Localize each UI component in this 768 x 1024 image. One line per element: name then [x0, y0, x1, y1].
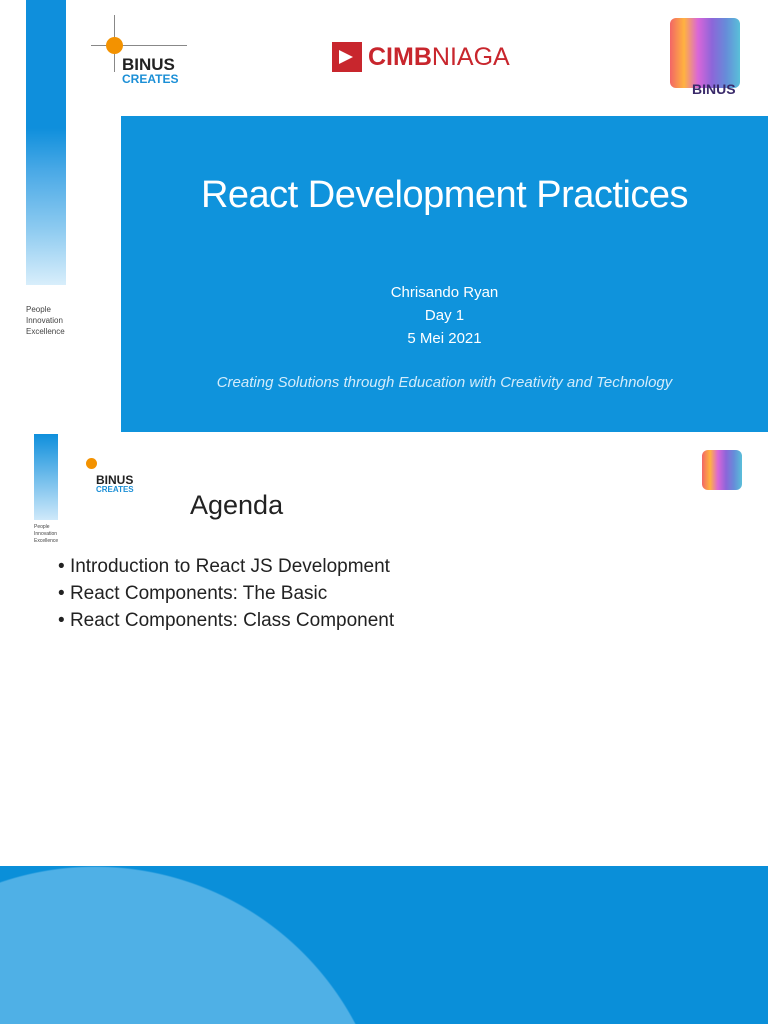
binus-creates-logo: BINUS CREATES — [76, 450, 142, 496]
logo-text: BINUS — [692, 81, 736, 97]
logo-text: CREATES — [96, 485, 134, 494]
slide-title: React Development Practices — [200, 174, 689, 216]
motto-line: Innovation — [34, 531, 58, 537]
logo-text: CIMB — [368, 42, 432, 71]
logo-text: BINUS — [122, 55, 175, 74]
sidebar-motto: People Innovation Excellence — [26, 304, 65, 337]
agenda-heading: Agenda — [190, 490, 284, 520]
agenda-item: React Components: Class Component — [58, 607, 394, 634]
tagline: Creating Solutions through Education wit… — [216, 374, 673, 391]
decorative-stripe — [26, 0, 66, 285]
agenda-item: React Components: The Basic — [58, 580, 394, 607]
motto-line: Excellence — [34, 538, 59, 544]
agenda-list: Introduction to React JS Development Rea… — [58, 553, 394, 634]
footer-band — [0, 866, 768, 1024]
motto-line: Innovation — [26, 316, 63, 325]
title-banner: React Development Practices Chrisando Ry… — [121, 116, 768, 432]
presenter-name: Chrisando Ryan — [390, 284, 499, 301]
date-label: 5 Mei 2021 — [407, 330, 482, 347]
anniversary-logo: BINUS — [670, 18, 740, 96]
anniversary-logo — [702, 450, 742, 490]
motto-line: People — [34, 524, 50, 530]
decorative-stripe — [34, 434, 58, 520]
day-label: Day 1 — [424, 307, 465, 324]
sidebar-motto: People Innovation Excellence — [34, 524, 58, 545]
agenda-item: Introduction to React JS Development — [58, 553, 394, 580]
cimb-logo-icon — [332, 42, 362, 72]
motto-line: People — [26, 305, 51, 314]
logo-text: CREATES — [122, 72, 179, 86]
title-slide: People Innovation Excellence BINUS CREAT… — [0, 0, 768, 432]
binus-creates-logo: BINUS CREATES — [86, 15, 187, 86]
agenda-slide: People Innovation Excellence BINUS CREAT… — [0, 432, 768, 866]
motto-line: Excellence — [26, 327, 65, 336]
cimb-niaga-logo: CIMBNIAGA — [332, 42, 510, 72]
logo-text: NIAGA — [431, 42, 510, 71]
